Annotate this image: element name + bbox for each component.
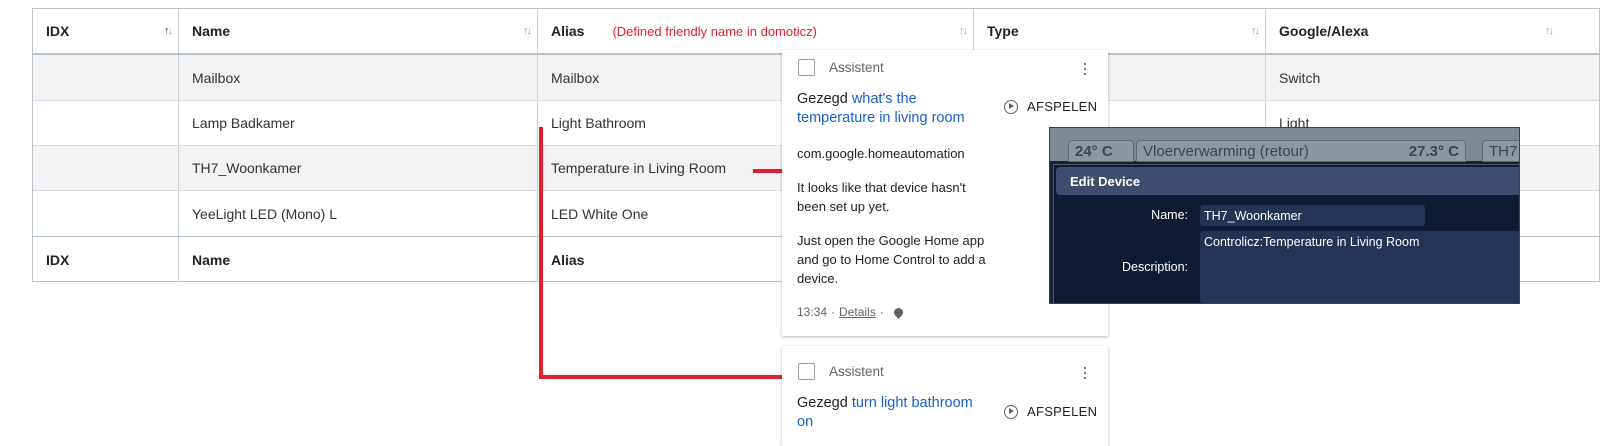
tile-label: Vloerverwarming (retour) [1143,143,1309,160]
cell-name: Lamp Badkamer [179,101,538,145]
assistant-reply-2: Just open the Google Home app and go to … [797,233,986,286]
column-header-type-label: Type [987,23,1019,39]
assistant-label: Assistent [829,60,884,75]
column-header-alias-label: Alias [551,23,585,39]
play-label: AFSPELEN [1027,99,1098,114]
app-name: com.google.homeautomation [797,146,965,161]
description-label: Description: [1122,260,1188,274]
card-meta: 13:34 · Details · [797,305,905,319]
device-tile[interactable]: TH7 [1482,140,1519,162]
said-prefix: Gezegd [797,91,848,107]
location-pin-icon[interactable] [891,305,905,319]
domoticz-screenshot: 24° C Vloerverwarming (retour) 27.3° C T… [1049,127,1520,304]
cell-idx [33,55,179,100]
assistant-label: Assistent [829,364,884,379]
sort-icon[interactable]: ↑↓ [959,25,968,37]
sort-icon[interactable]: ↑↓ [1545,25,1554,37]
cell-name: Mailbox [179,55,538,100]
column-header-google-alexa-label: Google/Alexa [1279,23,1369,39]
device-name-input[interactable]: TH7_Woonkamer [1200,205,1425,226]
device-tiles-strip: 24° C Vloerverwarming (retour) 27.3° C T… [1050,128,1519,162]
assistant-activity-card: Assistent · · · Gezegd turn light bathroom… [782,346,1108,446]
timestamp: 13:34 [797,305,828,319]
cell-name: TH7_Woonkamer [179,146,538,190]
cell-idx [33,191,179,236]
select-checkbox[interactable] [798,59,815,76]
tile-label: TH7 [1489,143,1518,160]
column-header-idx-label: IDX [46,23,70,39]
cell-idx [33,146,179,190]
tile-value: 27.3° C [1408,143,1459,160]
connector-line-bathroom-vertical [539,127,543,379]
edit-device-dialog: Edit Device Name: TH7_Woonkamer Descript… [1053,164,1519,303]
device-tile[interactable]: 24° C [1068,140,1134,162]
play-button[interactable]: AFSPELEN [1004,99,1097,114]
said-text: Gezegd what's the temperature in living … [797,90,982,128]
cell-name: YeeLight LED (Mono) L [179,191,538,236]
select-checkbox[interactable] [798,363,815,380]
cell-idx [33,101,179,145]
cell-google-alexa: Switch [1279,69,1321,86]
name-label: Name: [1151,208,1188,222]
more-vert-icon[interactable]: · · · [1081,54,1089,82]
description-textarea[interactable]: Controlicz:Temperature in Living Room [1200,231,1519,303]
sort-icon[interactable]: ↑↓ [1251,25,1260,37]
column-header-name[interactable]: Name ↑↓ [179,9,538,53]
table-header-row: IDX ↑↓ Name ↑↓ Alias (Defined friendly n… [33,9,1599,55]
device-tile[interactable]: Vloerverwarming (retour) 27.3° C [1136,140,1466,162]
column-header-name-label: Name [192,23,231,39]
tile-value: 24° C [1075,143,1113,160]
more-vert-icon[interactable]: · · · [1081,358,1089,386]
column-header-idx[interactable]: IDX ↑↓ [33,9,179,53]
play-button[interactable]: AFSPELEN [1004,404,1097,419]
sort-icon[interactable]: ↑↓ [523,25,532,37]
column-header-type[interactable]: Type ↑↓ [974,9,1266,53]
dialog-title: Edit Device [1056,167,1519,195]
column-header-alias[interactable]: Alias (Defined friendly name in domoticz… [538,9,974,53]
said-prefix: Gezegd [797,395,848,411]
assistant-reply-1: It looks like that device hasn't been se… [797,180,966,214]
play-circle-icon [1004,99,1018,114]
details-link[interactable]: Details [839,305,876,319]
footer-idx: IDX [33,237,179,282]
play-circle-icon [1004,404,1018,419]
said-text: Gezegd turn light bathroom on [797,394,987,432]
sort-asc-icon[interactable]: ↑↓ [164,25,173,37]
column-header-google-alexa[interactable]: Google/Alexa ↑↓ [1266,9,1559,53]
alias-annotation: (Defined friendly name in domoticz) [612,23,817,39]
connector-line-bathroom-horizontal [539,375,784,379]
footer-name: Name [179,237,538,282]
play-label: AFSPELEN [1027,404,1098,419]
